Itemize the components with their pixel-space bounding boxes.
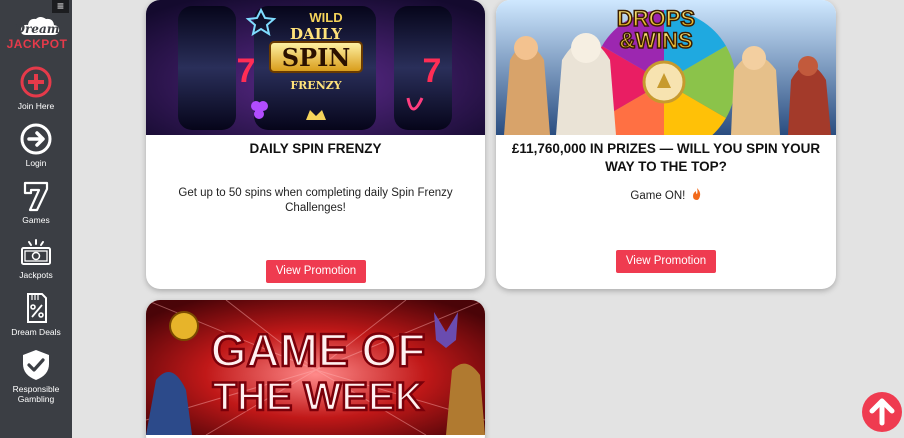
shield-check-icon [23, 350, 49, 380]
svg-text:GAME OF: GAME OF [211, 324, 426, 376]
view-promotion-button[interactable]: View Promotion [266, 260, 366, 283]
svg-text:7: 7 [237, 52, 256, 90]
promo-image[interactable]: GAME OF THE WEEK [146, 300, 485, 435]
svg-text:FRENZY: FRENZY [290, 79, 341, 92]
sidebar-item-dream-deals[interactable]: Dream Deals [0, 292, 72, 337]
promo-card-daily-spin-frenzy: 7 7 WILD DAILY SPIN FRENZY DAILY SPIN FR… [146, 0, 485, 289]
promo-title: £11,760,000 IN PRIZES — WILL YOU SPIN YO… [511, 141, 821, 174]
promo-card-drops-and-wins: DROPS &WINS £11,760,000 IN PRIZES — WILL… [496, 0, 836, 289]
svg-text:WILD: WILD [309, 10, 342, 25]
logo-top-text: Dream [14, 22, 60, 36]
svg-text:SPIN: SPIN [282, 43, 351, 72]
promo-image[interactable]: DROPS &WINS [496, 0, 836, 135]
sidebar: ≡ Dream JACKPOT Join Here Login Games Ja… [0, 0, 72, 438]
logo[interactable]: Dream JACKPOT [4, 13, 70, 53]
fire-icon [692, 188, 700, 200]
sidebar-item-games[interactable]: Games [0, 180, 72, 225]
svg-text:THE WEEK: THE WEEK [212, 375, 423, 419]
sidebar-item-join-here[interactable]: Join Here [0, 66, 72, 111]
sidebar-item-label: Responsible Gambling [12, 384, 60, 404]
sidebar-item-label: Join Here [17, 101, 55, 111]
cash-icon [21, 239, 51, 265]
sidebar-item-label: Dream Deals [11, 327, 61, 337]
sidebar-item-label: Login [25, 158, 47, 168]
menu-button[interactable]: ≡ [52, 0, 69, 13]
sidebar-item-label: Games [22, 215, 50, 225]
promo-card-game-of-the-week: GAME OF THE WEEK [146, 300, 485, 438]
promo-title: DAILY SPIN FRENZY [249, 141, 382, 156]
promo-description: Game ON! [630, 190, 686, 202]
view-promotion-button[interactable]: View Promotion [616, 250, 716, 273]
sidebar-item-login[interactable]: Login [0, 123, 72, 168]
promo-description-row: Game ON! [516, 188, 816, 204]
arrow-up-icon [869, 398, 895, 426]
svg-text:DAILY: DAILY [290, 25, 342, 43]
svg-text:7: 7 [423, 52, 442, 90]
plus-circle-icon [20, 66, 52, 98]
sidebar-item-label: Jackpots [19, 270, 53, 280]
sidebar-item-jackpots[interactable]: Jackpots [0, 239, 72, 280]
sidebar-item-responsible-gambling[interactable]: Responsible Gambling [0, 349, 72, 404]
scroll-to-top-button[interactable] [862, 392, 902, 432]
logo-bottom-text: JACKPOT [6, 37, 68, 51]
promo-image[interactable]: 7 7 WILD DAILY SPIN FRENZY [146, 0, 485, 135]
arrow-right-circle-icon [20, 123, 52, 155]
promo-description: Get up to 50 spins when completing daily… [178, 187, 453, 214]
percent-tag-icon [27, 293, 47, 323]
seven-icon [23, 181, 49, 212]
svg-text:&WINS: &WINS [619, 28, 692, 53]
